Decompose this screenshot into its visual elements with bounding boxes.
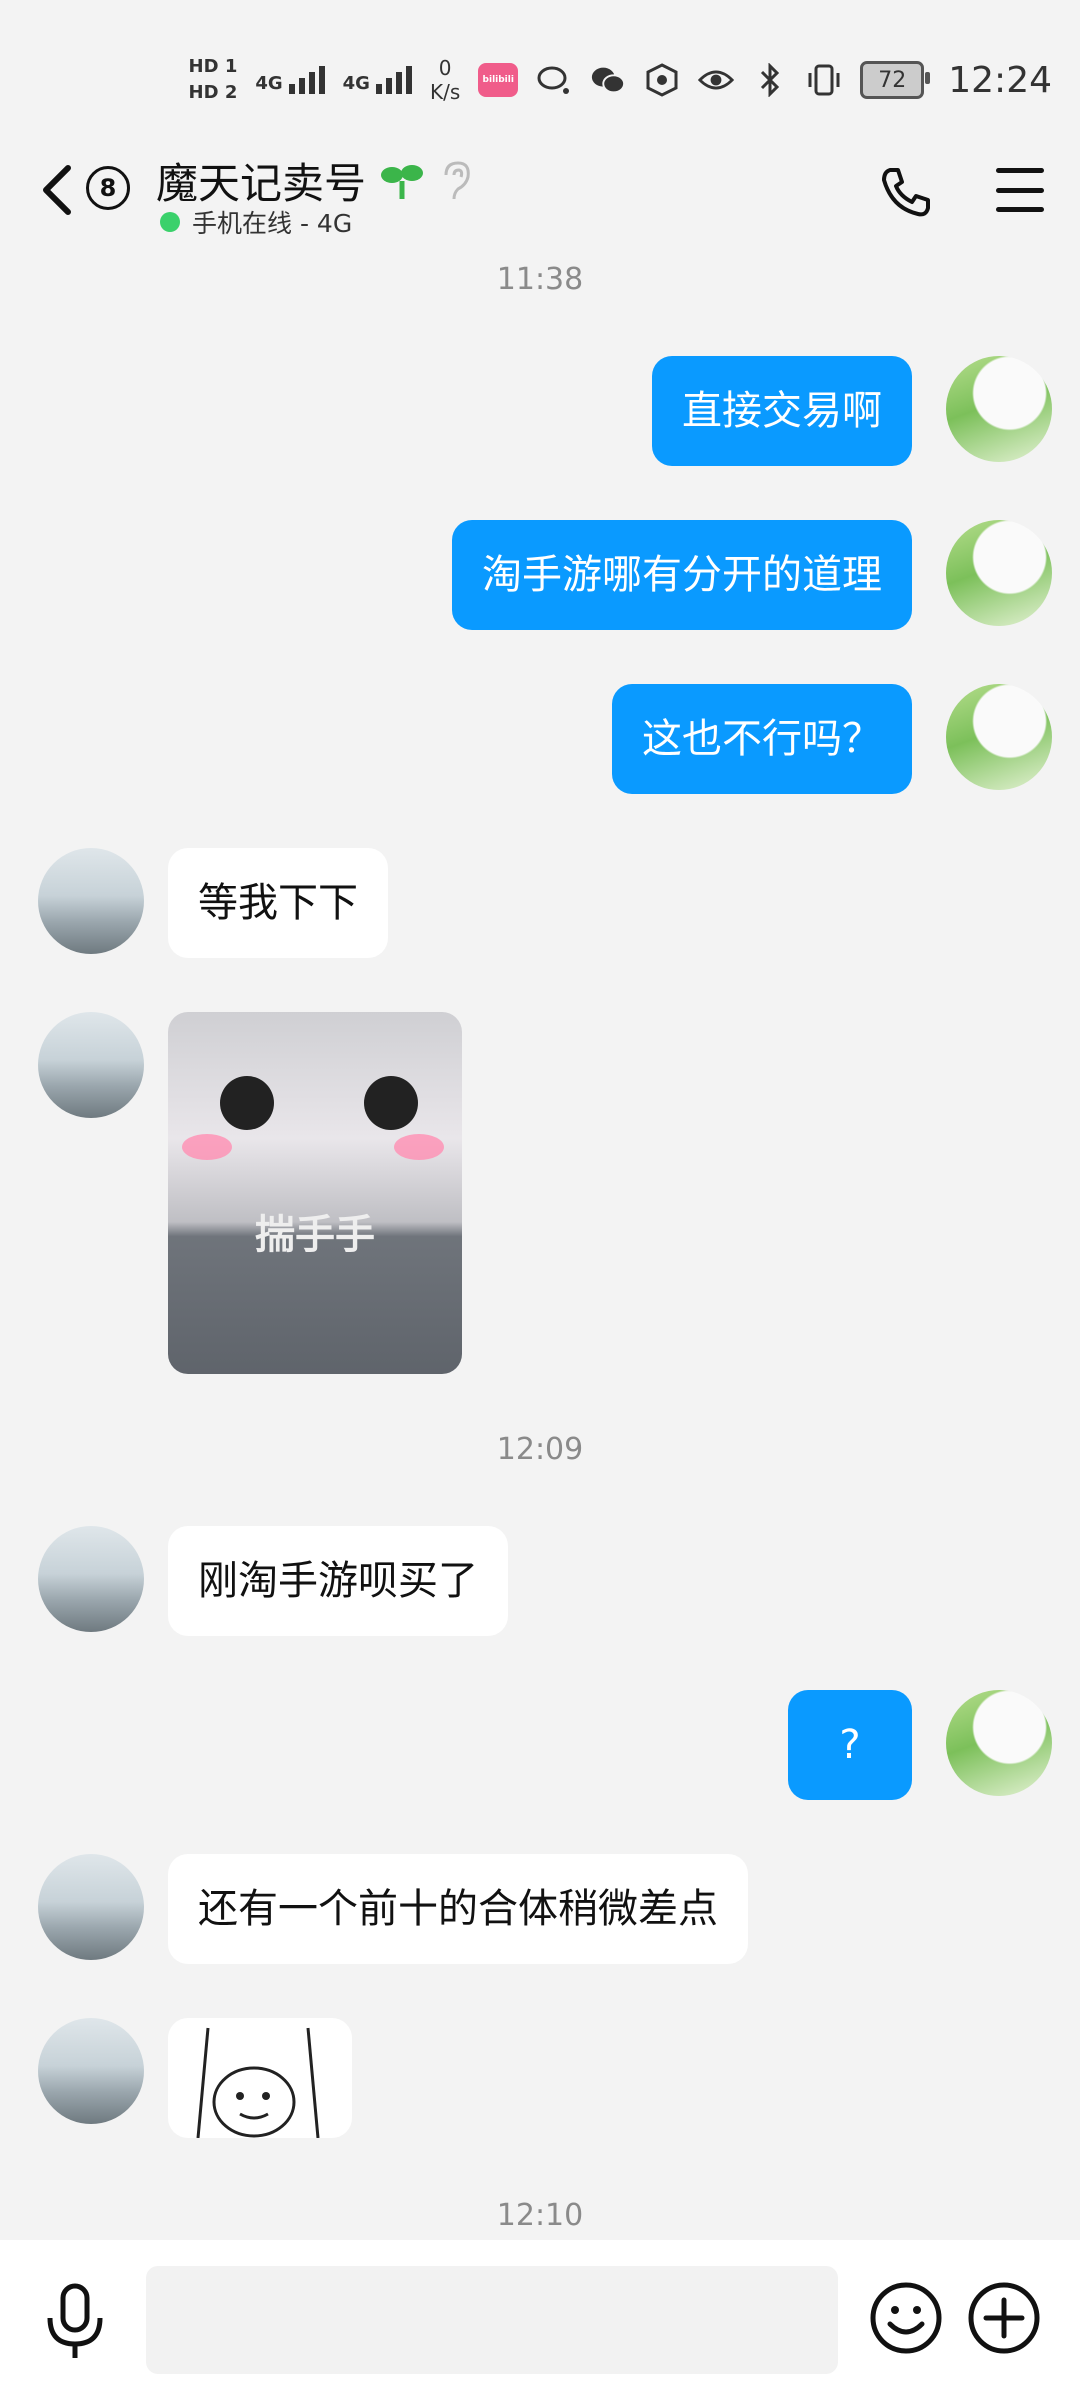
outgoing-message[interactable]: 直接交易啊 — [652, 356, 912, 466]
timestamp: 12:10 — [496, 2198, 584, 2233]
net-speed: 0 K/s — [430, 56, 460, 104]
my-avatar[interactable] — [946, 356, 1052, 462]
incoming-message[interactable]: 还有一个前十的合体稍微差点 — [168, 1854, 748, 1964]
bilibili-label: bilibili — [482, 75, 514, 85]
menu-button[interactable] — [996, 168, 1044, 212]
menu-line-icon — [996, 168, 1044, 173]
contact-name: 魔天记卖号 — [156, 159, 367, 208]
menu-line-icon — [996, 187, 1044, 193]
my-avatar[interactable] — [946, 1690, 1052, 1796]
presence-status: 手机在线 - 4G — [160, 204, 352, 240]
voice-input-button[interactable] — [40, 2282, 110, 2362]
contact-avatar[interactable] — [38, 848, 144, 954]
status-bar: HD 1 HD 2 4G 4G 0 K/s bilibili 72 12:24 — [0, 0, 1080, 140]
incoming-message[interactable]: 刚淘手游呗买了 — [168, 1526, 508, 1636]
battery-level: 72 — [878, 67, 907, 93]
online-dot-icon — [160, 212, 180, 232]
cat-eye-icon — [364, 1076, 418, 1130]
net-speed-value: 0 — [438, 56, 452, 80]
timestamp: 11:38 — [496, 262, 584, 297]
contact-avatar[interactable] — [38, 1526, 144, 1632]
outgoing-message[interactable]: 淘手游哪有分开的道理 — [452, 520, 912, 630]
contact-avatar[interactable] — [38, 2018, 144, 2124]
net2-label: 4G — [342, 73, 370, 94]
unread-count: 8 — [99, 174, 117, 202]
voice-call-button[interactable] — [878, 164, 934, 220]
signal-bars-2-icon — [375, 66, 412, 94]
ear-icon — [444, 160, 470, 199]
sprout-icon — [381, 164, 424, 199]
eye-icon — [698, 62, 735, 98]
contact-avatar[interactable] — [38, 1012, 144, 1118]
more-actions-button[interactable] — [966, 2280, 1042, 2356]
meme-face-icon — [196, 2027, 320, 2138]
phone-icon — [882, 168, 930, 217]
input-bar — [0, 2240, 1080, 2400]
blush-icon — [182, 1134, 232, 1160]
status-icons: HD 1 HD 2 4G 4G 0 K/s bilibili 72 12:24 — [189, 56, 1052, 104]
shield-icon — [644, 62, 680, 98]
chat-bubble-icon — [536, 62, 572, 98]
chat-title[interactable]: 魔天记卖号 — [156, 150, 474, 211]
cat-eye-icon — [220, 1076, 274, 1130]
sticker-caption: 揣手手 — [255, 1212, 375, 1258]
bilibili-icon: bilibili — [478, 63, 519, 97]
my-avatar[interactable] — [946, 684, 1052, 790]
bluetooth-icon — [752, 62, 788, 98]
my-avatar[interactable] — [946, 520, 1052, 626]
chat-header: 8 魔天记卖号 手机在线 - 4G — [0, 140, 1080, 250]
outgoing-message[interactable]: ? — [788, 1690, 912, 1800]
meme-sticker-image[interactable] — [168, 2018, 352, 2138]
emoji-button[interactable] — [868, 2280, 944, 2356]
smiley-icon — [870, 2282, 942, 2354]
plus-circle-icon — [968, 2282, 1040, 2354]
signal-2: 4G — [343, 66, 412, 94]
microphone-icon — [47, 2283, 103, 2358]
signal-1: 4G — [255, 66, 325, 94]
signal-bars-1-icon — [288, 66, 325, 94]
hd1-label: HD 1 — [188, 56, 238, 77]
hd2-label: HD 2 — [188, 82, 238, 103]
wechat-icon — [590, 62, 626, 98]
chevron-left-icon — [43, 165, 71, 215]
menu-line-icon — [996, 207, 1044, 212]
net1-label: 4G — [255, 73, 283, 94]
status-time: 12:24 — [948, 59, 1052, 101]
back-button[interactable] — [38, 162, 78, 218]
unread-count-badge[interactable]: 8 — [86, 166, 130, 210]
vibrate-icon — [806, 62, 842, 98]
cat-sticker-image[interactable]: 揣手手 — [168, 1012, 462, 1374]
presence-text: 手机在线 - 4G — [192, 209, 353, 238]
hd-indicators: HD 1 HD 2 — [189, 57, 238, 103]
timestamp: 12:09 — [496, 1432, 584, 1467]
outgoing-message[interactable]: 这也不行吗？ — [612, 684, 912, 794]
incoming-message[interactable]: 等我下下 — [168, 848, 388, 958]
message-input[interactable] — [146, 2266, 838, 2374]
battery-icon: 72 — [860, 61, 931, 99]
net-speed-unit: K/s — [429, 80, 461, 104]
blush-icon — [394, 1134, 444, 1160]
contact-avatar[interactable] — [38, 1854, 144, 1960]
